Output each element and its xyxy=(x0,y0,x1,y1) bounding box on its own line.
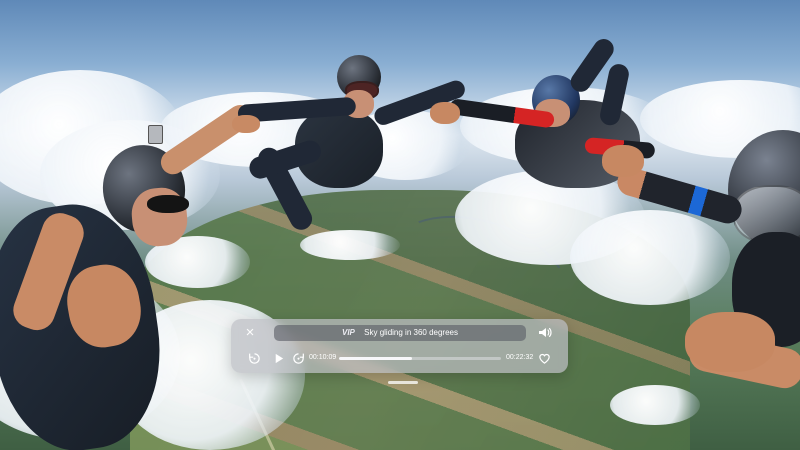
playback-progress-fill xyxy=(339,357,412,360)
speaker-icon[interactable] xyxy=(538,326,552,339)
close-icon[interactable]: × xyxy=(244,325,256,340)
video-title: Sky gliding in 360 degrees xyxy=(364,328,458,337)
skydiver-right xyxy=(600,130,800,400)
heart-icon[interactable] xyxy=(538,352,551,365)
skydiver-left xyxy=(0,100,260,450)
goggles xyxy=(147,195,189,213)
rewind-10-icon[interactable] xyxy=(248,352,261,365)
hand xyxy=(232,115,260,133)
video-stage[interactable]: × VIP Sky gliding in 360 degrees 00:10:0… xyxy=(0,0,800,450)
play-icon[interactable] xyxy=(272,352,285,365)
video-player-controls[interactable]: × VIP Sky gliding in 360 degrees 00:10:0… xyxy=(231,319,568,373)
forward-10-icon[interactable] xyxy=(292,352,305,365)
vip-label: VIP xyxy=(342,328,355,337)
current-time: 00:10:09 xyxy=(309,354,337,361)
hand xyxy=(602,145,644,177)
playback-progress-bar[interactable] xyxy=(339,357,501,360)
camera-icon xyxy=(148,125,163,144)
total-time: 00:22:32 xyxy=(506,354,534,361)
hand xyxy=(430,102,460,124)
cloud xyxy=(300,230,400,260)
hand xyxy=(685,312,775,372)
video-title-bar: VIP Sky gliding in 360 degrees xyxy=(274,325,526,341)
drag-handle-icon[interactable] xyxy=(388,381,418,384)
